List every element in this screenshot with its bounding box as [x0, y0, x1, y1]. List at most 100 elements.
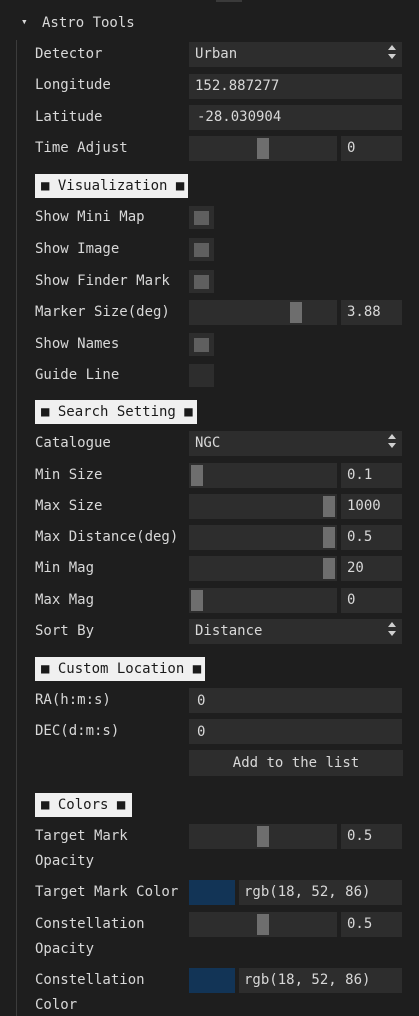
time-adjust-value: 0 — [347, 140, 356, 156]
max-mag-value: 0 — [347, 592, 356, 608]
slider-grab[interactable] — [257, 914, 269, 935]
ra-label: RA(h:m:s) — [35, 692, 111, 708]
slider-grab[interactable] — [191, 465, 203, 486]
add-to-list-button[interactable]: Add to the list — [189, 750, 403, 776]
panel-title: Astro Tools — [42, 15, 135, 31]
constellation-color-value: rgb(18, 52, 86) — [244, 972, 371, 988]
max-size-value: 1000 — [347, 498, 381, 514]
target-mark-opacity-slider[interactable] — [189, 824, 337, 849]
constellation-opacity-slider[interactable] — [189, 912, 337, 937]
search-setting-header: ■ Search Setting ■ — [35, 400, 197, 424]
sort-by-label: Sort By — [35, 623, 95, 639]
top-edge-mark — [216, 0, 242, 2]
target-mark-opacity-value-box[interactable]: 0.5 — [341, 824, 402, 849]
collapse-arrow-icon[interactable]: ▾ — [21, 13, 28, 31]
max-distance-label: Max Distance(deg) — [35, 529, 179, 545]
constellation-color-label-line2: Color — [35, 997, 78, 1013]
constellation-color-swatch[interactable] — [189, 968, 235, 993]
min-size-value-box[interactable]: 0.1 — [341, 463, 402, 488]
time-adjust-slider[interactable] — [189, 136, 337, 161]
max-mag-label: Max Mag — [35, 592, 95, 608]
slider-grab[interactable] — [323, 527, 335, 548]
max-distance-value-box[interactable]: 0.5 — [341, 525, 402, 550]
target-mark-color-label: Target Mark Color — [35, 884, 179, 900]
dec-input[interactable]: 0 — [189, 719, 402, 744]
latitude-label: Latitude — [35, 109, 103, 125]
target-mark-opacity-label-line2: Opacity — [35, 853, 95, 869]
min-mag-value-box[interactable]: 20 — [341, 556, 402, 581]
ra-input[interactable]: 0 — [189, 688, 402, 713]
dec-value: 0 — [197, 724, 206, 740]
checkbox-inner — [194, 243, 209, 257]
target-mark-color-input[interactable]: rgb(18, 52, 86) — [239, 880, 402, 905]
guide-line-label: Guide Line — [35, 367, 120, 383]
longitude-input[interactable]: 152.887277 — [189, 74, 402, 99]
max-distance-slider[interactable] — [189, 525, 337, 550]
constellation-opacity-label-line2: Opacity — [35, 941, 95, 957]
slider-grab[interactable] — [323, 496, 335, 517]
slider-grab[interactable] — [257, 138, 269, 159]
latitude-input[interactable]: -28.030904 — [189, 105, 402, 130]
target-mark-color-value: rgb(18, 52, 86) — [244, 884, 371, 900]
show-names-checkbox[interactable] — [189, 333, 214, 356]
max-size-label: Max Size — [35, 498, 103, 514]
checkbox-inner — [194, 211, 209, 225]
marker-size-label: Marker Size(deg) — [35, 304, 170, 320]
min-mag-slider[interactable] — [189, 556, 337, 581]
marker-size-value: 3.88 — [347, 304, 381, 320]
show-image-checkbox[interactable] — [189, 238, 214, 261]
slider-grab[interactable] — [191, 590, 203, 611]
slider-grab[interactable] — [257, 826, 269, 847]
constellation-opacity-value: 0.5 — [347, 916, 373, 932]
latitude-value: -28.030904 — [197, 109, 282, 125]
tree-indent-line — [16, 40, 17, 1016]
constellation-opacity-value-box[interactable]: 0.5 — [341, 912, 402, 937]
catalogue-select[interactable]: NGC — [189, 431, 402, 456]
show-mini-map-checkbox[interactable] — [189, 206, 214, 229]
min-size-value: 0.1 — [347, 467, 373, 483]
sort-by-select[interactable]: Distance — [189, 619, 402, 644]
longitude-value: 152.887277 — [195, 78, 280, 94]
longitude-label: Longitude — [35, 77, 111, 93]
visualization-header: ■ Visualization ■ — [35, 174, 188, 198]
sort-by-value: Distance — [195, 623, 263, 639]
time-adjust-label: Time Adjust — [35, 140, 128, 156]
show-image-label: Show Image — [35, 241, 120, 257]
max-size-slider[interactable] — [189, 494, 337, 519]
constellation-color-input[interactable]: rgb(18, 52, 86) — [239, 968, 402, 993]
detector-label: Detector — [35, 46, 103, 62]
target-mark-color-swatch[interactable] — [189, 880, 235, 905]
select-arrows-icon — [388, 621, 396, 637]
dec-label: DEC(d:m:s) — [35, 723, 120, 739]
marker-size-slider[interactable] — [189, 300, 337, 325]
time-adjust-value-box[interactable]: 0 — [341, 136, 402, 161]
max-distance-value: 0.5 — [347, 529, 373, 545]
show-names-label: Show Names — [35, 336, 120, 352]
panel-header[interactable]: ▾ Astro Tools — [0, 12, 419, 34]
min-mag-value: 20 — [347, 560, 364, 576]
catalogue-value: NGC — [195, 435, 221, 451]
max-size-value-box[interactable]: 1000 — [341, 494, 402, 519]
min-size-slider[interactable] — [189, 463, 337, 488]
min-size-label: Min Size — [35, 467, 103, 483]
marker-size-value-box[interactable]: 3.88 — [341, 300, 402, 325]
slider-grab[interactable] — [323, 558, 335, 579]
target-mark-opacity-label-line1: Target Mark — [35, 828, 128, 844]
constellation-opacity-label-line1: Constellation — [35, 916, 145, 932]
checkbox-inner — [194, 338, 209, 352]
detector-select[interactable]: Urban — [189, 42, 402, 67]
show-mini-map-label: Show Mini Map — [35, 209, 145, 225]
slider-grab[interactable] — [290, 302, 302, 323]
custom-location-header: ■ Custom Location ■ — [35, 657, 205, 681]
select-arrows-icon — [388, 44, 396, 60]
max-mag-value-box[interactable]: 0 — [341, 588, 402, 613]
constellation-color-label-line1: Constellation — [35, 972, 145, 988]
checkbox-inner — [194, 275, 209, 289]
guide-line-checkbox[interactable] — [189, 364, 214, 387]
show-finder-mark-label: Show Finder Mark — [35, 273, 170, 289]
target-mark-opacity-value: 0.5 — [347, 828, 373, 844]
max-mag-slider[interactable] — [189, 588, 337, 613]
catalogue-label: Catalogue — [35, 435, 111, 451]
min-mag-label: Min Mag — [35, 560, 95, 576]
show-finder-mark-checkbox[interactable] — [189, 270, 214, 293]
